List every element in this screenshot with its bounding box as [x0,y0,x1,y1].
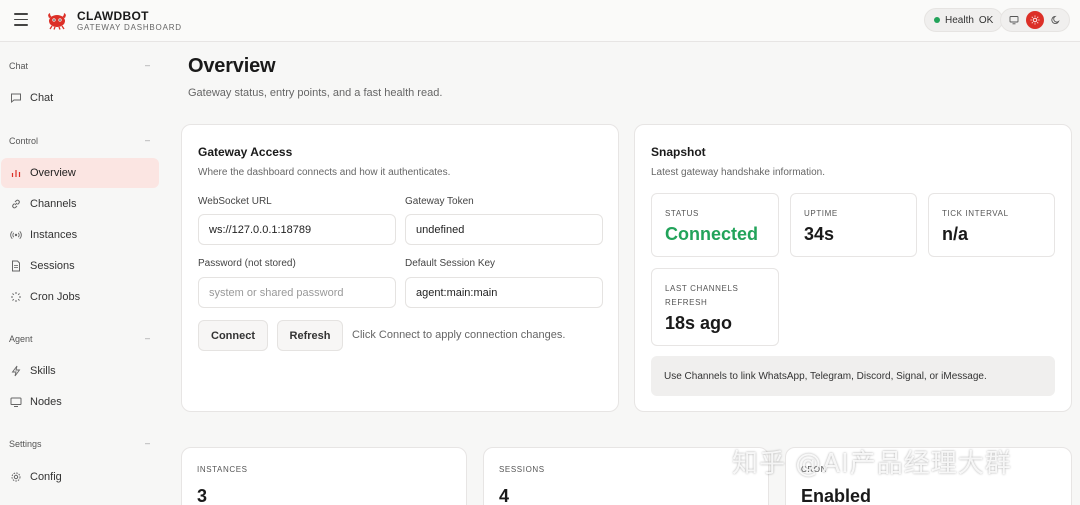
stat-label: UPTIME [804,209,838,218]
session-key-input[interactable] [405,277,603,308]
sidebar-section-control: Control [9,136,39,146]
sessions-card: SESSIONS 4 [483,447,769,505]
connect-hint: Click Connect to apply connection change… [352,329,566,341]
sidebar-item-chat[interactable]: Chat [1,83,159,113]
sidebar-item-label: Overview [30,167,76,179]
loader-icon [10,291,22,303]
sidebar-section-chat: Chat [9,61,29,71]
websocket-url-label: WebSocket URL [198,196,272,207]
sidebar-item-channels[interactable]: Channels [1,189,159,219]
chat-bubble-icon [10,92,22,104]
gateway-access-card: Gateway Access Where the dashboard conne… [181,124,619,412]
brand-subtitle: GATEWAY DASHBOARD [77,23,182,32]
gateway-token-input[interactable] [405,214,603,245]
channels-notice: Use Channels to link WhatsApp, Telegram,… [651,356,1055,396]
sidebar-item-config[interactable]: Config [1,462,159,492]
uptime-value: 34s [804,224,835,244]
status-stat: STATUS Connected [651,193,779,257]
stat-label: STATUS [665,209,699,218]
menu-icon[interactable] [14,13,28,27]
collapse-icon[interactable]: – [145,135,150,145]
brand-title: CLAWDBOT [77,9,149,23]
broadcast-icon [10,229,22,241]
tick-interval-value: n/a [942,224,969,244]
sidebar-item-label: Sessions [30,260,75,272]
instances-value: 3 [197,486,208,505]
last-channels-refresh-stat: LAST CHANNELS REFRESH 18s ago [651,268,779,346]
dark-theme-button[interactable] [1047,11,1065,29]
stat-label: SESSIONS [499,465,545,474]
websocket-url-input[interactable] [198,214,396,245]
cron-value: Enabled [801,486,872,505]
link-icon [10,198,22,210]
collapse-icon[interactable]: – [145,60,150,70]
theme-switcher [1000,8,1070,32]
tick-interval-stat: TICK INTERVAL n/a [928,193,1055,257]
sidebar: Chat – Chat Control – Overview Channels … [0,42,166,505]
gear-icon [10,471,22,483]
card-title: Gateway Access [198,145,293,159]
monitor-icon [1009,16,1019,25]
session-key-label: Default Session Key [405,258,496,269]
stat-label: TICK INTERVAL [942,209,1009,218]
sidebar-item-label: Cron Jobs [30,291,81,303]
stat-label: INSTANCES [197,465,248,474]
status-value: Connected [665,224,759,244]
stat-label-line: LAST CHANNELS [665,284,739,293]
sidebar-item-label: Instances [30,229,78,241]
stat-label-line: REFRESH [665,298,708,307]
sessions-value: 4 [499,486,510,505]
stat-label: LAST CHANNELS REFRESH [665,282,738,310]
collapse-icon[interactable]: – [145,438,150,448]
watermark: 知乎 @AI产品经理大群 [732,449,1012,479]
sidebar-section-settings: Settings [9,439,42,449]
gateway-token-label: Gateway Token [405,196,474,207]
sidebar-item-cron-jobs[interactable]: Cron Jobs [1,282,159,312]
sidebar-item-nodes[interactable]: Nodes [1,387,159,417]
card-title: Snapshot [651,145,706,159]
sun-icon [1030,15,1040,25]
sidebar-item-label: Chat [30,92,54,104]
page-title: Overview [188,55,276,77]
health-label: Health [945,14,974,26]
sidebar-item-instances[interactable]: Instances [1,220,159,250]
sidebar-item-sessions[interactable]: Sessions [1,251,159,281]
sidebar-item-label: Channels [30,198,77,210]
password-input[interactable] [198,277,396,308]
refresh-button[interactable]: Refresh [277,320,343,351]
system-theme-button[interactable] [1005,11,1023,29]
document-icon [10,260,22,272]
card-subtitle: Latest gateway handshake information. [651,167,825,178]
sidebar-item-label: Config [30,471,62,483]
card-subtitle: Where the dashboard connects and how it … [198,167,451,178]
lightning-icon [10,365,22,377]
instances-card: INSTANCES 3 [181,447,467,505]
connect-button[interactable]: Connect [198,320,268,351]
sidebar-item-label: Nodes [30,396,62,408]
health-badge: Health OK [924,8,1004,32]
sidebar-item-label: Skills [30,365,56,377]
sidebar-item-skills[interactable]: Skills [1,356,159,386]
light-theme-button[interactable] [1025,11,1044,29]
page-subtitle: Gateway status, entry points, and a fast… [188,87,443,99]
collapse-icon[interactable]: – [145,333,150,343]
health-status: OK [978,14,994,26]
uptime-stat: UPTIME 34s [790,193,917,257]
password-label: Password (not stored) [198,258,296,269]
health-status-dot [934,17,940,23]
top-bar: CLAWDBOT GATEWAY DASHBOARD Health OK [0,0,1080,42]
moon-icon [1051,15,1060,24]
crab-logo-icon [48,13,66,30]
monitor-icon [10,396,22,408]
bar-chart-icon [10,167,22,179]
sidebar-item-overview[interactable]: Overview [1,158,159,188]
last-refresh-value: 18s ago [665,313,733,333]
sidebar-section-agent: Agent [9,334,33,344]
